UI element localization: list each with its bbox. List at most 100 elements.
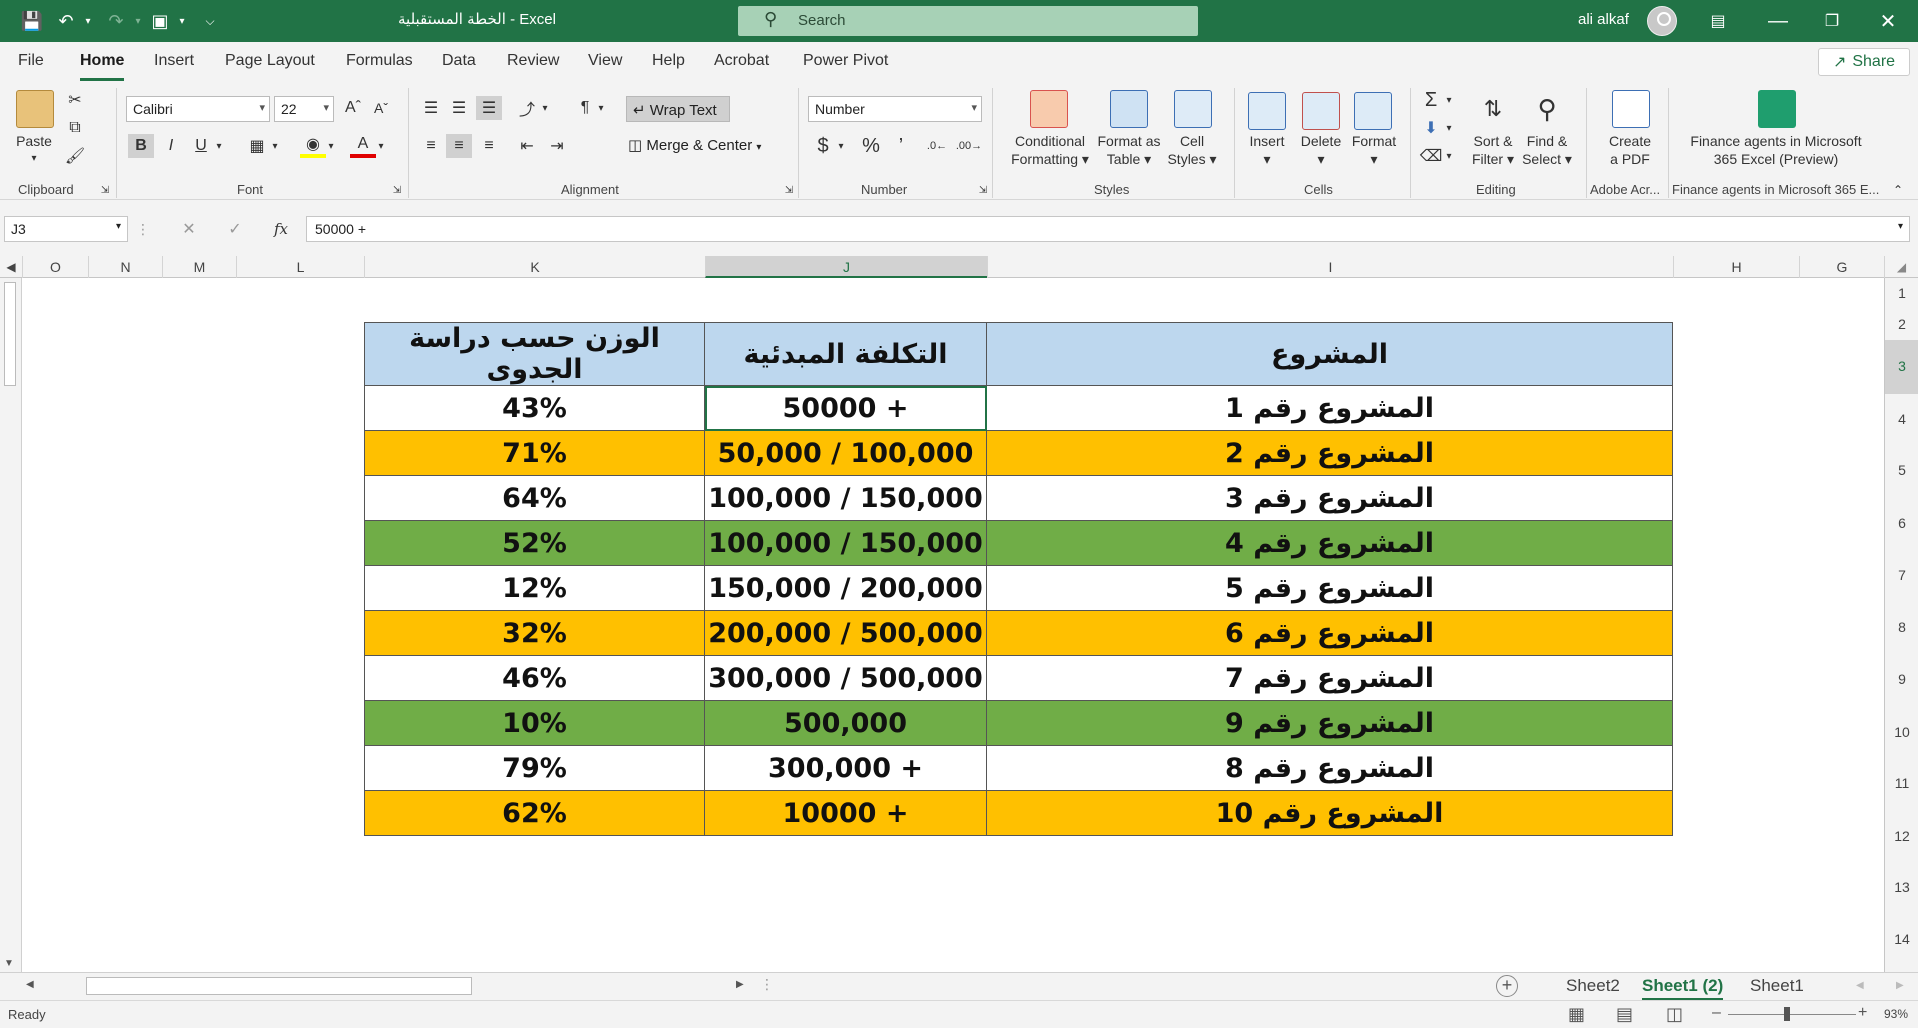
alignment-launcher-icon[interactable]: ⇲: [782, 178, 796, 202]
confirm-entry-icon[interactable]: ✓: [222, 217, 248, 241]
cell-weight[interactable]: 62%: [364, 790, 705, 836]
sheet-nav-left-icon[interactable]: ◀: [1856, 980, 1864, 991]
fill-icon[interactable]: ⬇: [1418, 116, 1444, 140]
tab-scroll-left-icon[interactable]: ◀: [26, 979, 34, 990]
paste-label[interactable]: Paste: [10, 132, 58, 150]
tab-insert[interactable]: Insert: [154, 52, 194, 70]
delete-cells-icon[interactable]: [1302, 92, 1340, 130]
insert-function-icon[interactable]: fx: [268, 217, 294, 241]
header-project[interactable]: المشروع: [986, 322, 1673, 386]
orientation-dropdown-icon[interactable]: ▾: [538, 96, 552, 120]
create-pdf-button[interactable]: Create a PDF: [1596, 132, 1664, 168]
fill-dropdown-icon[interactable]: ▾: [324, 134, 338, 158]
increase-decimal-icon[interactable]: .0←: [924, 134, 950, 158]
header-cost[interactable]: التكلفة المبدئية: [704, 322, 987, 386]
column-header-O[interactable]: O: [22, 256, 88, 278]
row-header-12[interactable]: 12: [1885, 811, 1918, 862]
font-name-select[interactable]: Calibri: [126, 96, 270, 122]
tab-scroll-right-icon[interactable]: ▶: [736, 979, 744, 990]
tab-home[interactable]: Home: [80, 52, 125, 81]
format-as-table-button[interactable]: Format as Table ▾: [1092, 132, 1166, 168]
cell-cost[interactable]: 10000 +: [704, 790, 987, 836]
cell-project[interactable]: المشروع رقم 7: [986, 655, 1673, 701]
conditional-formatting-button[interactable]: Conditional Formatting ▾: [1002, 132, 1098, 168]
increase-font-icon[interactable]: Aˆ: [340, 96, 366, 120]
row-header-8[interactable]: 8: [1885, 602, 1918, 653]
cell-project[interactable]: المشروع رقم 1: [986, 385, 1673, 431]
align-bottom-icon[interactable]: ☰: [476, 96, 502, 120]
delete-cells-button[interactable]: Delete ▾: [1294, 132, 1348, 168]
column-header-M[interactable]: M: [162, 256, 236, 278]
decrease-decimal-icon[interactable]: .00→: [956, 134, 982, 158]
copy-icon[interactable]: ⧉: [62, 116, 88, 140]
text-direction-dropdown-icon[interactable]: ▾: [594, 96, 608, 120]
cell-cost[interactable]: 50,000 / 100,000: [704, 430, 987, 476]
minimize-icon[interactable]: —: [1766, 9, 1790, 33]
underline-dropdown-icon[interactable]: ▾: [212, 134, 226, 158]
decrease-font-icon[interactable]: Aˇ: [368, 96, 394, 120]
cell-project[interactable]: المشروع رقم 10: [986, 790, 1673, 836]
font-size-select[interactable]: 22: [274, 96, 334, 122]
format-as-table-icon[interactable]: [1110, 90, 1148, 128]
cell-project[interactable]: المشروع رقم 9: [986, 700, 1673, 746]
find-select-button[interactable]: Find & Select ▾: [1516, 132, 1578, 168]
tab-formulas[interactable]: Formulas: [346, 52, 413, 70]
tab-page-layout[interactable]: Page Layout: [225, 52, 315, 70]
row-header-9[interactable]: 9: [1885, 653, 1918, 707]
cell-project[interactable]: المشروع رقم 4: [986, 520, 1673, 566]
cell-styles-icon[interactable]: [1174, 90, 1212, 128]
row-header-1[interactable]: 1: [1885, 278, 1918, 309]
cell-cost[interactable]: 200,000 / 500,000: [704, 610, 987, 656]
column-header-K[interactable]: K: [364, 256, 705, 278]
wrap-text-button[interactable]: ↵ Wrap Text: [626, 96, 730, 122]
row-header-14[interactable]: 14: [1885, 913, 1918, 967]
decrease-indent-icon[interactable]: ⇤: [514, 134, 540, 158]
share-button[interactable]: ↗ Share: [1818, 48, 1910, 76]
cell-weight[interactable]: 12%: [364, 565, 705, 611]
user-name[interactable]: ali alkaf: [1578, 11, 1629, 28]
cell-weight[interactable]: 52%: [364, 520, 705, 566]
format-cells-button[interactable]: Format ▾: [1346, 132, 1402, 168]
finance-agents-icon[interactable]: [1758, 90, 1796, 128]
clear-icon[interactable]: ⌫: [1418, 144, 1444, 168]
column-header-N[interactable]: N: [88, 256, 162, 278]
vertical-scroll-thumb[interactable]: [4, 282, 16, 386]
cell-project[interactable]: المشروع رقم 2: [986, 430, 1673, 476]
vertical-scrollbar[interactable]: ▼: [0, 278, 22, 972]
bold-button[interactable]: B: [128, 134, 154, 158]
paste-icon[interactable]: [16, 90, 54, 128]
row-header-11[interactable]: 11: [1885, 757, 1918, 811]
fill-dropdown-icon-2[interactable]: ▾: [1442, 116, 1456, 140]
italic-button[interactable]: I: [158, 134, 184, 158]
increase-indent-icon[interactable]: ⇥: [544, 134, 570, 158]
conditional-formatting-icon[interactable]: [1030, 90, 1068, 128]
align-center-icon[interactable]: ≡: [446, 134, 472, 158]
redo-icon[interactable]: ↷: [104, 9, 128, 33]
cell-weight[interactable]: 43%: [364, 385, 705, 431]
tab-file[interactable]: File: [18, 52, 44, 70]
orientation-icon[interactable]: ⤴: [514, 96, 540, 120]
cell-weight[interactable]: 32%: [364, 610, 705, 656]
align-right-icon[interactable]: ≡: [476, 134, 502, 158]
customize-toolbar-icon[interactable]: ⌵: [198, 9, 222, 33]
page-break-view-icon[interactable]: ◫: [1666, 1004, 1683, 1025]
insert-cells-button[interactable]: Insert ▾: [1238, 132, 1296, 168]
name-box[interactable]: J3 ▾: [4, 216, 128, 242]
undo-dropdown-icon[interactable]: ▾: [76, 9, 100, 33]
redo-dropdown-icon[interactable]: ▾: [126, 9, 150, 33]
borders-dropdown-icon[interactable]: ▾: [268, 134, 282, 158]
row-header-6[interactable]: 6: [1885, 498, 1918, 549]
clipboard-launcher-icon[interactable]: ⇲: [98, 178, 112, 202]
form-icon[interactable]: ▣: [148, 9, 172, 33]
cell-cost[interactable]: 300,000 / 500,000: [704, 655, 987, 701]
merge-center-button[interactable]: ◫ Merge & Center ▾: [628, 136, 784, 160]
cell-styles-button[interactable]: Cell Styles ▾: [1164, 132, 1220, 168]
zoom-slider-track[interactable]: [1728, 1014, 1856, 1015]
zoom-in-icon[interactable]: +: [1858, 1004, 1867, 1022]
align-middle-icon[interactable]: ☰: [446, 96, 472, 120]
percent-icon[interactable]: %: [858, 134, 884, 158]
cell-cost[interactable]: 100,000 / 150,000: [704, 475, 987, 521]
currency-icon[interactable]: $: [810, 134, 836, 158]
sheet-nav-right-icon[interactable]: ▶: [1896, 980, 1904, 991]
collapse-ribbon-icon[interactable]: ⌃: [1888, 178, 1908, 202]
